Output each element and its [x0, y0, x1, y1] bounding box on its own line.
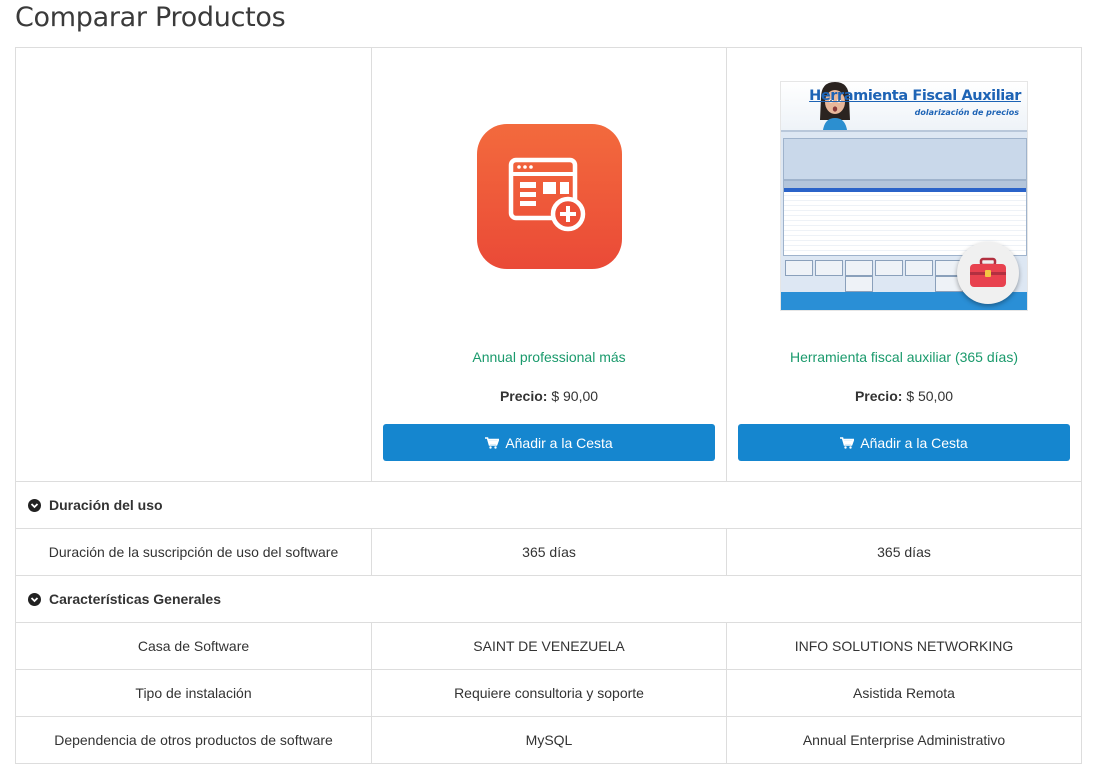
compare-table: Annual professional más Precio: $ 90,00: [14, 47, 1082, 764]
empty-header-cell: [14, 47, 373, 482]
page-title: Comparar Productos: [15, 2, 286, 33]
section-row-caracteristicas[interactable]: Características Generales: [15, 575, 1082, 623]
row-value: Annual Enterprise Administrativo: [726, 716, 1082, 764]
row-label: Dependencia de otros productos de softwa…: [14, 716, 373, 764]
screenshot-filter-panel: [783, 138, 1027, 180]
section-header[interactable]: Duración del uso: [15, 481, 1082, 529]
row-label: Casa de Software: [14, 622, 373, 670]
add-to-cart-label: Añadir a la Cesta: [860, 434, 968, 451]
product-name-link[interactable]: Annual professional más: [383, 348, 715, 366]
row-value: SAINT DE VENEZUELA: [371, 622, 727, 670]
row-value: Requiere consultoria y soporte: [371, 669, 727, 717]
add-to-cart-label: Añadir a la Cesta: [505, 434, 613, 451]
row-label: Duración de la suscripción de uso del so…: [14, 528, 373, 576]
product-cell-1: Annual professional más Precio: $ 90,00: [371, 47, 727, 482]
section-header[interactable]: Características Generales: [15, 575, 1082, 623]
products-row: Annual professional más Precio: $ 90,00: [14, 47, 1082, 482]
shopping-cart-icon: [840, 436, 855, 449]
product-name-link[interactable]: Herramienta fiscal auxiliar (365 días): [738, 348, 1070, 366]
section-title: Características Generales: [49, 591, 221, 607]
row-value: Asistida Remota: [726, 669, 1082, 717]
shopping-cart-icon: [485, 436, 500, 449]
section-row-duracion[interactable]: Duración del uso: [15, 481, 1082, 529]
price-value: $ 90,00: [551, 388, 599, 404]
software-screenshot: Herramienta Fiscal Auxiliar dolarización…: [780, 81, 1028, 311]
row-label: Tipo de instalación: [14, 669, 373, 717]
row-value: 365 días: [371, 528, 727, 576]
product-image-2[interactable]: Herramienta Fiscal Auxiliar dolarización…: [738, 56, 1070, 336]
table-row: Tipo de instalación Requiere consultoria…: [14, 669, 1082, 717]
section-title: Duración del uso: [49, 497, 163, 513]
table-row: Duración de la suscripción de uso del so…: [14, 528, 1082, 576]
chevron-circle-down-icon[interactable]: [28, 592, 41, 606]
add-to-cart-button[interactable]: Añadir a la Cesta: [738, 424, 1070, 461]
product-price: Precio: $ 90,00: [383, 387, 715, 405]
price-label: Precio:: [499, 388, 548, 404]
screenshot-buttons: [783, 258, 983, 292]
screenshot-subtitle: dolarización de precios: [914, 108, 1019, 117]
add-to-cart-button[interactable]: Añadir a la Cesta: [383, 424, 715, 461]
product-price: Precio: $ 50,00: [738, 387, 1070, 405]
product-cell-2: Herramienta Fiscal Auxiliar dolarización…: [726, 47, 1082, 482]
chevron-circle-down-icon[interactable]: [28, 498, 41, 512]
row-value: MySQL: [371, 716, 727, 764]
row-value: 365 días: [726, 528, 1082, 576]
price-label: Precio:: [854, 388, 903, 404]
row-value: INFO SOLUTIONS NETWORKING: [726, 622, 1082, 670]
toolbox-icon: [957, 242, 1019, 304]
product-image-1[interactable]: [383, 56, 715, 336]
price-value: $ 50,00: [906, 388, 954, 404]
screenshot-title: Herramienta Fiscal Auxiliar: [809, 88, 1021, 104]
app-form-plus-icon: [476, 123, 622, 269]
table-row: Casa de Software SAINT DE VENEZUELA INFO…: [14, 622, 1082, 670]
table-row: Dependencia de otros productos de softwa…: [14, 716, 1082, 764]
